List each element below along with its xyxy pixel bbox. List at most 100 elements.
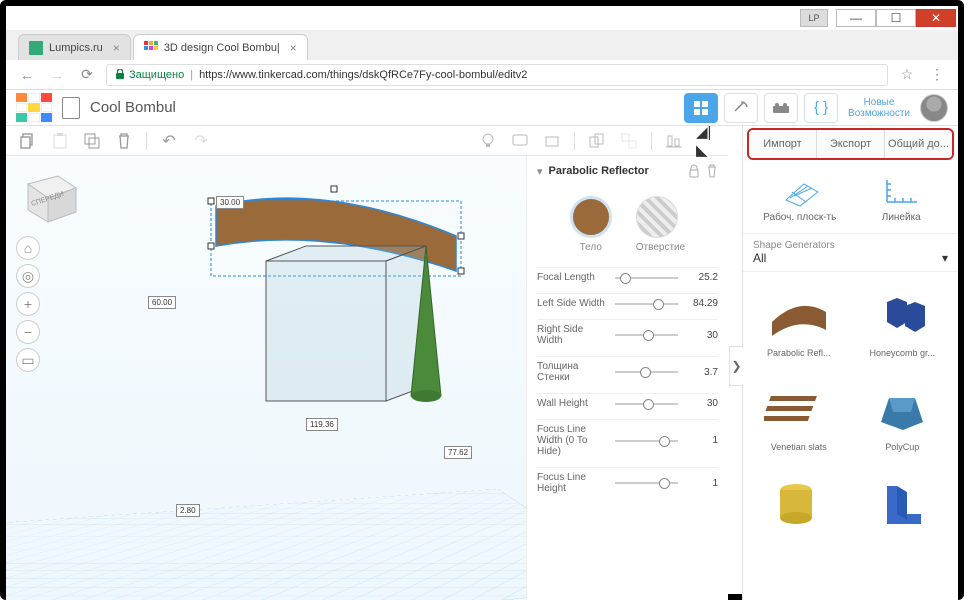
property-value[interactable]: 3.7	[684, 367, 718, 378]
shape-label: Parabolic Refl...	[767, 348, 831, 358]
shape-cylinder[interactable]	[747, 466, 851, 560]
tab-tinkercad[interactable]: 3D design Cool Bombu| ×	[133, 34, 308, 60]
tinkercad-logo-icon[interactable]	[16, 93, 52, 123]
bulb-icon	[481, 133, 495, 149]
fit-view-button[interactable]: ◎	[16, 264, 40, 288]
property-label: Focal Length	[537, 272, 609, 283]
property-row: Focus Line Height .prop-row:nth-child(7)…	[537, 467, 718, 504]
shape-honeycomb[interactable]: Honeycomb gr...	[851, 278, 955, 372]
grid-icon	[693, 100, 709, 116]
property-label: Wall Height	[537, 398, 609, 409]
ungroup-button[interactable]	[619, 131, 639, 151]
property-row: Толщина Стенки .prop-row:nth-child(4) .p…	[537, 356, 718, 393]
ruler-tool[interactable]: Линейка	[860, 170, 942, 223]
property-slider[interactable]: .prop-row:nth-child(2) .prop-slider::aft…	[615, 303, 678, 305]
property-slider[interactable]: .prop-row:nth-child(4) .prop-slider::aft…	[615, 371, 678, 373]
bookmark-button[interactable]: ☆	[896, 64, 918, 86]
ortho-view-button[interactable]: ▭	[16, 348, 40, 372]
shape-angle[interactable]	[851, 466, 955, 560]
user-avatar[interactable]	[920, 94, 948, 122]
nav-reload-button[interactable]: ⟳	[76, 64, 98, 86]
hide-button[interactable]	[542, 131, 562, 151]
tab-close-icon[interactable]: ×	[113, 41, 120, 55]
property-slider[interactable]: .prop-row:nth-child(5) .prop-slider::aft…	[615, 403, 678, 405]
property-label: Focus Line Height	[537, 472, 609, 494]
tab-close-icon[interactable]: ×	[290, 41, 297, 55]
property-slider[interactable]: .prop-row:nth-child(1) .prop-slider::aft…	[615, 277, 678, 279]
property-value[interactable]: 30	[684, 330, 718, 341]
address-bar-row: ← → ⟳ Защищено | https://www.tinkercad.c…	[6, 60, 958, 90]
url-input[interactable]: Защищено | https://www.tinkercad.com/thi…	[106, 64, 888, 86]
window-close-button[interactable]: ✕	[916, 9, 956, 27]
shape-name[interactable]: Parabolic Reflector	[549, 165, 682, 177]
property-value[interactable]: 25.2	[684, 272, 718, 283]
dimension-depth[interactable]: 60.00	[148, 296, 176, 309]
window-maximize-button[interactable]: ☐	[876, 9, 916, 27]
share-button[interactable]: Общий до...	[885, 130, 952, 158]
code-blocks-button[interactable]: { }	[804, 93, 838, 123]
zoom-in-button[interactable]: +	[16, 292, 40, 316]
dimension-height[interactable]: 30.00	[216, 196, 244, 209]
design-title[interactable]: Cool Bombul	[90, 99, 176, 116]
swatch-label: Отверстие	[636, 242, 685, 253]
window-frame: LP — ☐ ✕	[6, 6, 958, 30]
lock-icon[interactable]	[688, 164, 700, 178]
chevron-down-icon[interactable]: ▾	[537, 165, 543, 178]
redo-button[interactable]: ↷	[191, 131, 211, 151]
shape-parabolic[interactable]: Parabolic Refl...	[747, 278, 851, 372]
property-slider[interactable]: .prop-row:nth-child(3) .prop-slider::aft…	[615, 334, 678, 336]
property-label: Focus Line Width (0 To Hide)	[537, 424, 609, 457]
menu-button[interactable]: ⋮	[926, 64, 948, 86]
property-value[interactable]: 30	[684, 398, 718, 409]
profile-badge: LP	[800, 9, 828, 27]
panel-collapse-button[interactable]: ❯	[729, 346, 743, 386]
mirror-button[interactable]: ◢|◣	[696, 131, 716, 151]
view-grid-button[interactable]	[684, 93, 718, 123]
shape-venetian[interactable]: Venetian slats	[747, 372, 851, 466]
tab-lumpics[interactable]: Lumpics.ru ×	[18, 34, 131, 60]
view-brick-button[interactable]	[764, 93, 798, 123]
property-label: Толщина Стенки	[537, 361, 609, 383]
property-value[interactable]: 1	[684, 435, 718, 446]
property-value[interactable]: 84.29	[684, 298, 718, 309]
group-button[interactable]	[587, 131, 607, 151]
category-select[interactable]: All ▾	[753, 251, 948, 265]
hole-swatch[interactable]: Отверстие	[636, 196, 685, 253]
editor-toolbar: ↶ ↷ ◢|◣	[6, 126, 728, 156]
dimension-offset[interactable]: 2.80	[176, 504, 200, 517]
canvas-3d[interactable]: СПЕРЕДИ ⌂ ◎ + − ▭ 30.00 60.00 119.36 77.…	[6, 156, 526, 600]
copy-button[interactable]	[18, 131, 38, 151]
property-slider[interactable]: .prop-row:nth-child(6) .prop-slider::aft…	[615, 440, 678, 442]
shape-polycup[interactable]: PolyCup	[851, 372, 955, 466]
paste-button[interactable]	[50, 131, 70, 151]
zoom-out-button[interactable]: −	[16, 320, 40, 344]
file-actions-highlight: Импорт Экспорт Общий до...	[747, 128, 954, 160]
chevron-down-icon: ▾	[942, 251, 948, 265]
import-button[interactable]: Импорт	[749, 130, 817, 158]
dimension-width2[interactable]: 77.62	[444, 446, 472, 459]
view-pickaxe-button[interactable]	[724, 93, 758, 123]
brick-icon	[772, 102, 790, 114]
undo-button[interactable]: ↶	[159, 131, 179, 151]
workplane-tool[interactable]: Рабоч. плоск-ть	[759, 170, 841, 223]
whats-new-link[interactable]: Новые Возможности	[844, 97, 914, 119]
window-minimize-button[interactable]: —	[836, 9, 876, 27]
solid-swatch[interactable]: Тело	[570, 196, 612, 253]
bulb-button[interactable]	[478, 131, 498, 151]
nav-forward-button[interactable]: →	[46, 64, 68, 86]
property-value[interactable]: 1	[684, 478, 718, 489]
workplane-grid	[6, 489, 526, 600]
export-button[interactable]: Экспорт	[817, 130, 885, 158]
home-view-button[interactable]: ⌂	[16, 236, 40, 260]
view-cube[interactable]: СПЕРЕДИ	[18, 166, 80, 226]
shape-delete-button[interactable]	[706, 164, 718, 178]
property-slider[interactable]: .prop-row:nth-child(7) .prop-slider::aft…	[615, 482, 678, 484]
nav-back-button[interactable]: ←	[16, 64, 38, 86]
delete-button[interactable]	[114, 131, 134, 151]
notes-button[interactable]	[510, 131, 530, 151]
duplicate-button[interactable]	[82, 131, 102, 151]
shapes-grid: Parabolic Refl... Honeycomb gr... Veneti…	[743, 272, 958, 572]
paste-icon	[53, 133, 67, 149]
align-button[interactable]	[664, 131, 684, 151]
dimension-width[interactable]: 119.36	[306, 418, 338, 431]
